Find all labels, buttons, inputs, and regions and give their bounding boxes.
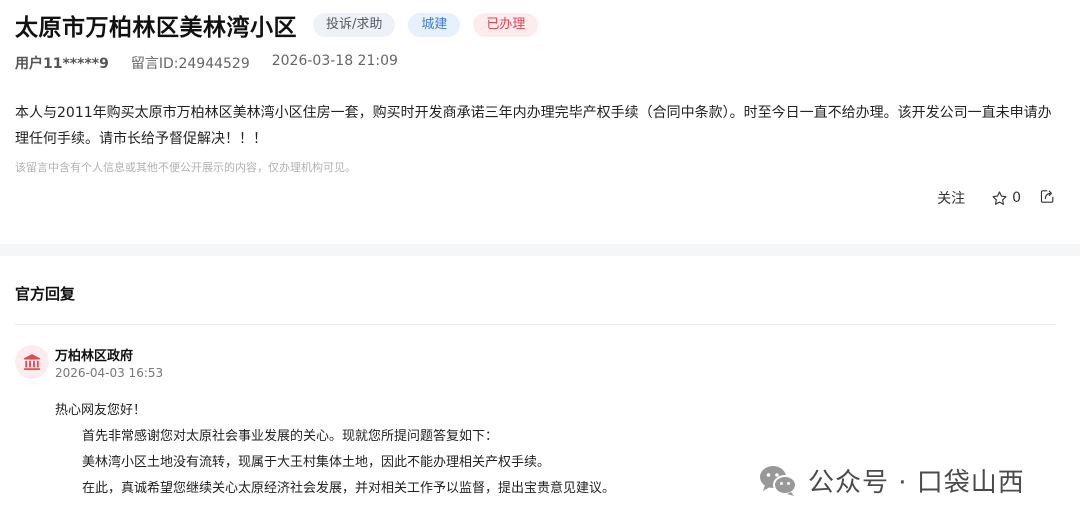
follow-button[interactable]: 关注 <box>937 188 965 208</box>
reply-paragraph: 首先非常感谢您对太原社会事业发展的关心。现就您所提问题答复如下： <box>82 429 499 444</box>
share-button[interactable] <box>1039 188 1056 209</box>
like-count: 0 <box>1012 190 1021 206</box>
category-tag[interactable]: 投诉/求助 <box>313 13 396 37</box>
reply-section-title: 官方回复 <box>15 285 76 303</box>
message-content: 本人与2011年购买太原市万柏林区美林湾小区住房一套，购买时开发商承诺三年内办理… <box>15 105 1052 147</box>
user-name: 用户11*****9 <box>15 56 109 72</box>
message-actions: 关注 0 <box>937 186 1056 210</box>
department-tag[interactable]: 城建 <box>408 13 461 37</box>
avatar <box>15 345 49 379</box>
watermark: 公众号 · 口袋山西 <box>758 462 1025 499</box>
message-datetime: 2026-03-18 21:09 <box>271 53 398 69</box>
wechat-icon <box>760 465 797 496</box>
reply-greeting: 热心网友您好！ <box>55 403 147 418</box>
message-meta: 用户11*****9 留言ID:24944529 2026-03-18 21:0… <box>15 53 398 73</box>
message-id: 留言ID:24944529 <box>130 56 250 72</box>
watermark-text: 公众号 · 口袋山西 <box>808 468 1025 498</box>
government-building-icon <box>24 354 40 370</box>
star-icon <box>992 190 1007 205</box>
page-title: 太原市万柏林区美林湾小区 <box>15 15 297 41</box>
like-button[interactable]: 0 <box>991 190 1021 207</box>
privacy-notice: 该留言中含有个人信息或其他不便公开展示的内容，仅办理机构可见。 <box>15 161 356 174</box>
share-icon <box>1040 189 1054 203</box>
responder-name: 万柏林区政府 <box>55 349 134 364</box>
reply-divider <box>15 324 1056 325</box>
reply-datetime: 2026-04-03 16:53 <box>55 366 164 380</box>
status-badge: 已办理 <box>473 13 539 37</box>
section-divider <box>0 244 1080 256</box>
title-row: 太原市万柏林区美林湾小区 投诉/求助 城建 已办理 <box>15 9 539 41</box>
